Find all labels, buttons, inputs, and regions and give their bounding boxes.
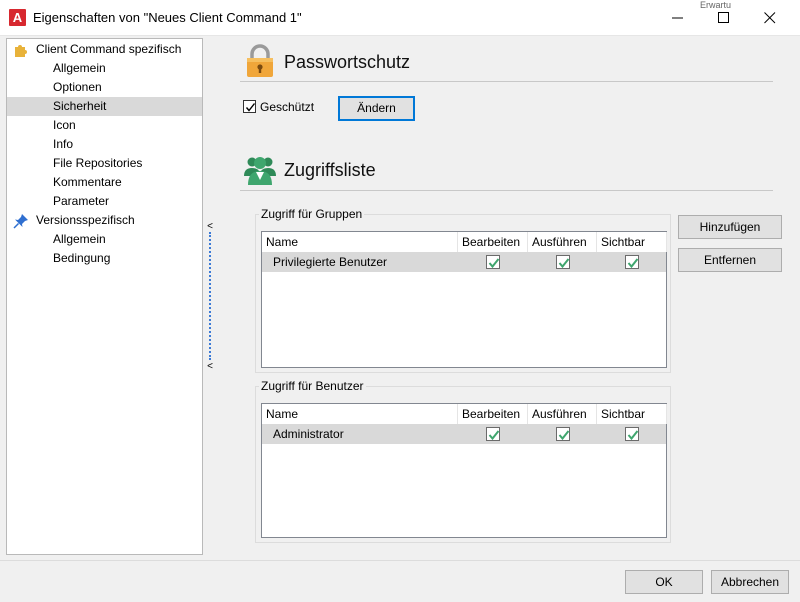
checkmark-icon <box>627 258 639 269</box>
users-access-groupbox: Zugriff für Benutzer Name Bearbeiten Ausfü… <box>255 379 671 543</box>
tree-item-label: Bedingung <box>53 251 111 265</box>
execute-checkbox[interactable] <box>556 255 570 269</box>
collapse-arrow-bottom-icon[interactable]: < <box>206 362 214 372</box>
tree-item-label: Info <box>53 137 74 151</box>
checkmark-icon <box>558 430 570 441</box>
puzzle-icon <box>13 42 29 58</box>
close-button[interactable] <box>747 0 793 36</box>
tree-item-label: Optionen <box>53 80 102 94</box>
users-access-title: Zugriff für Benutzer <box>259 379 366 393</box>
tree-item-optionen[interactable]: Optionen <box>7 78 202 97</box>
tree-item-label: Icon <box>53 118 76 132</box>
collapse-arrow-top-icon[interactable]: < <box>206 222 214 232</box>
padlock-icon <box>247 44 273 77</box>
pin-icon <box>13 213 29 229</box>
checkmark-icon <box>627 430 639 441</box>
navigation-tree: Client Command spezifisch Allgemein Option… <box>6 38 203 555</box>
row-name: Privilegierte Benutzer <box>273 255 388 269</box>
column-header[interactable]: Name <box>262 232 458 252</box>
ok-button[interactable]: OK <box>625 570 703 594</box>
tree-item-label: Kommentare <box>53 175 122 189</box>
tree-item-parameter[interactable]: Parameter <box>7 192 202 211</box>
change-password-button[interactable]: Ändern <box>338 96 415 121</box>
table-header: Name Bearbeiten Ausführen Sichtbar <box>262 232 667 252</box>
maximize-icon <box>718 12 729 23</box>
column-header[interactable]: Ausführen <box>528 232 597 252</box>
tree-item-allgemein[interactable]: Allgemein <box>7 230 202 249</box>
protected-checkbox-box[interactable] <box>243 100 256 113</box>
tree-item-versionsspezifisch[interactable]: Versionsspezifisch <box>7 211 202 230</box>
tree-item-kommentare[interactable]: Kommentare <box>7 173 202 192</box>
column-header[interactable]: Bearbeiten <box>458 404 528 424</box>
access-section-title: Zugriffsliste <box>284 160 376 180</box>
splitter-grip[interactable] <box>209 232 211 360</box>
execute-checkbox[interactable] <box>556 427 570 441</box>
users-access-table[interactable]: Name Bearbeiten Ausführen Sichtbar Administr… <box>261 403 667 538</box>
edit-checkbox[interactable] <box>486 255 500 269</box>
checkmark-icon <box>245 103 256 112</box>
column-header[interactable]: Name <box>262 404 458 424</box>
tree-item-label: Sicherheit <box>53 99 107 113</box>
window-title: Eigenschaften von "Neues Client Command … <box>33 10 302 25</box>
table-row[interactable]: Administrator <box>262 424 666 444</box>
tree-item-bedingung[interactable]: Bedingung <box>7 249 202 268</box>
groups-access-table[interactable]: Name Bearbeiten Ausführen Sichtbar Privilegi… <box>261 231 667 368</box>
edit-checkbox[interactable] <box>486 427 500 441</box>
visible-checkbox[interactable] <box>625 427 639 441</box>
tree-item-info[interactable]: Info <box>7 135 202 154</box>
tree-item-label: Versionsspezifisch <box>36 213 135 227</box>
app-logo-icon: A <box>9 9 26 26</box>
password-divider <box>240 81 773 82</box>
column-header[interactable]: Sichtbar <box>597 404 667 424</box>
tree-item-label: File Repositories <box>53 156 143 170</box>
tree-item-label: Allgemein <box>53 61 106 75</box>
checkmark-icon <box>558 258 570 269</box>
minimize-button[interactable] <box>655 0 701 36</box>
column-header[interactable]: Sichtbar <box>597 232 667 252</box>
cancel-button[interactable]: Abbrechen <box>711 570 789 594</box>
remove-button[interactable]: Entfernen <box>678 248 782 272</box>
groups-access-title: Zugriff für Gruppen <box>259 207 365 221</box>
maximize-button[interactable] <box>701 0 747 36</box>
tree-item-sicherheit[interactable]: Sicherheit <box>7 97 202 116</box>
protected-label: Geschützt <box>260 100 315 114</box>
tree-item-client-command-spezifisch[interactable]: Client Command spezifisch <box>7 40 202 59</box>
tree-item-file-repositories[interactable]: File Repositories <box>7 154 202 173</box>
row-name: Administrator <box>273 427 344 441</box>
visible-checkbox[interactable] <box>625 255 639 269</box>
column-header[interactable]: Bearbeiten <box>458 232 528 252</box>
access-divider <box>240 190 773 191</box>
users-icon <box>244 157 276 185</box>
minimize-icon <box>672 17 683 19</box>
tree-item-label: Parameter <box>53 194 110 208</box>
groups-access-groupbox: Zugriff für Gruppen Name Bearbeiten Ausfüh… <box>255 207 671 373</box>
checkmark-icon <box>488 258 500 269</box>
title-bar: A Eigenschaften von "Neues Client Comman… <box>0 0 800 36</box>
close-icon <box>764 12 776 24</box>
password-section-title: Passwortschutz <box>284 52 411 72</box>
tree-item-allgemein[interactable]: Allgemein <box>7 59 202 78</box>
tree-item-label: Client Command spezifisch <box>36 42 182 56</box>
tree-item-label: Allgemein <box>53 232 106 246</box>
add-button[interactable]: Hinzufügen <box>678 215 782 239</box>
column-header[interactable]: Ausführen <box>528 404 597 424</box>
checkmark-icon <box>488 430 500 441</box>
properties-window: A Eigenschaften von "Neues Client Comman… <box>0 0 800 602</box>
tree-item-icon[interactable]: Icon <box>7 116 202 135</box>
table-header: Name Bearbeiten Ausführen Sichtbar <box>262 404 667 424</box>
table-row[interactable]: Privilegierte Benutzer <box>262 252 666 272</box>
dialog-footer: OK Abbrechen <box>0 560 800 602</box>
panel-splitter[interactable]: < < <box>205 218 215 374</box>
